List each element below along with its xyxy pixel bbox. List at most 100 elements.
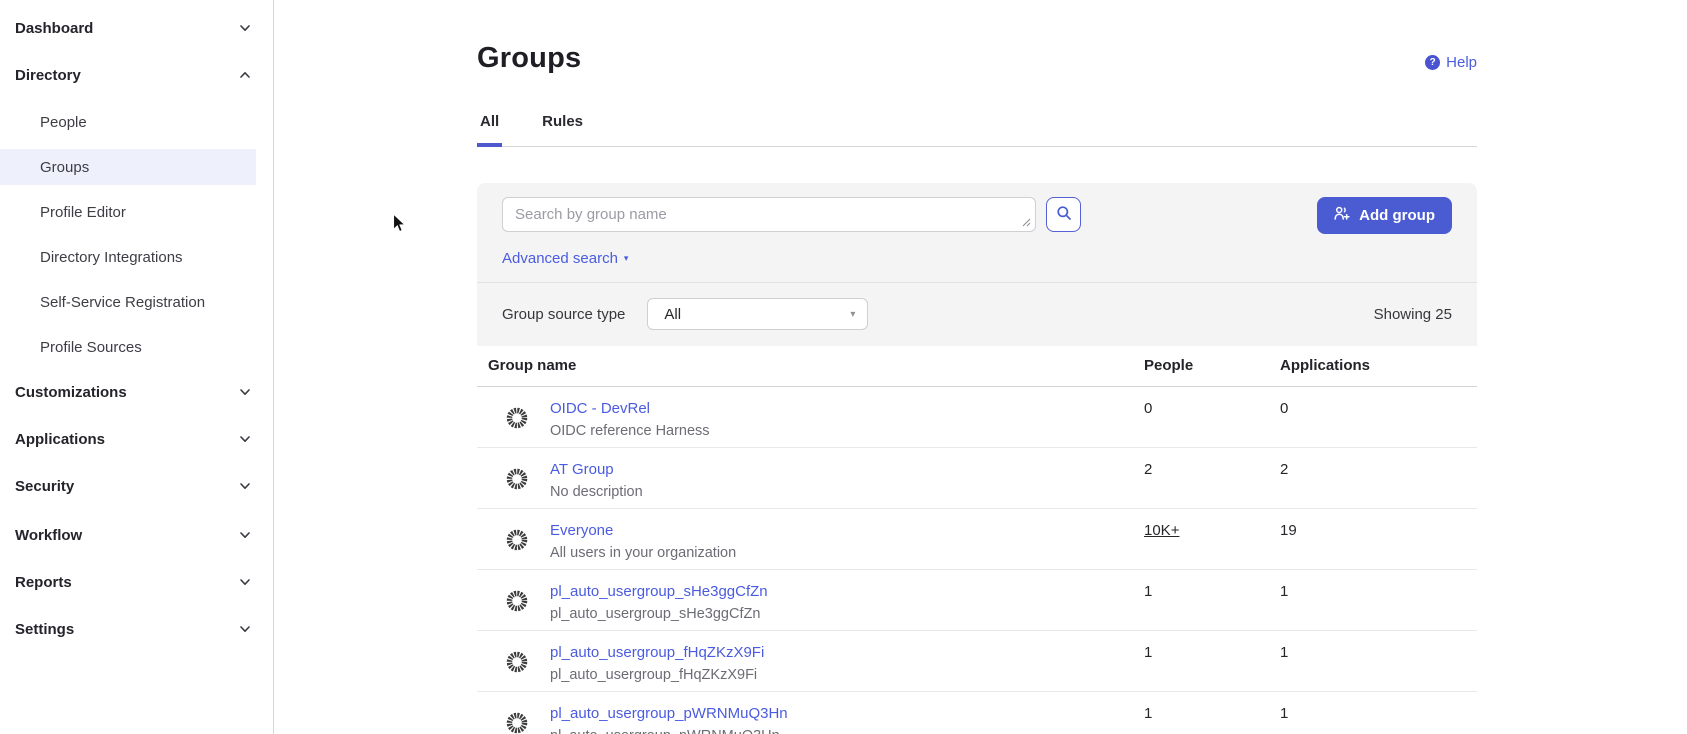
help-label: Help (1446, 54, 1477, 71)
column-people: People (1144, 357, 1280, 374)
applications-count: 2 (1280, 461, 1288, 478)
sidebar-item-label: Security (15, 478, 74, 495)
advanced-search-link[interactable]: Advanced search ▾ (477, 237, 653, 282)
caret-down-icon: ▾ (850, 309, 855, 320)
sidebar-item-label: Customizations (15, 384, 127, 401)
group-name-link[interactable]: pl_auto_usergroup_fHqZKzX9Fi (550, 644, 764, 661)
main-content: Groups ? Help All Rules (274, 0, 1687, 734)
sidebar-item-customizations[interactable]: Customizations (0, 374, 273, 410)
group-source-type-select[interactable]: All ▾ (647, 298, 868, 330)
table-header: Group name People Applications (477, 346, 1477, 387)
column-group-name: Group name (488, 357, 1144, 374)
chevron-down-icon (239, 433, 251, 445)
chevron-down-icon (239, 529, 251, 541)
people-count: 1 (1144, 644, 1152, 661)
sidebar: Dashboard Directory People Groups Profil… (0, 0, 274, 734)
sidebar-item-label: Profile Sources (40, 339, 142, 356)
table-row: pl_auto_usergroup_sHe3ggCfZn pl_auto_use… (477, 570, 1477, 631)
people-count: 1 (1144, 705, 1152, 722)
sidebar-item-label: Profile Editor (40, 204, 126, 221)
sidebar-item-label: Dashboard (15, 20, 93, 37)
sidebar-item-label: Directory (15, 67, 81, 84)
chevron-down-icon (239, 386, 251, 398)
applications-count: 1 (1280, 583, 1288, 600)
applications-count: 1 (1280, 705, 1288, 722)
group-description: pl_auto_usergroup_fHqZKzX9Fi (550, 667, 757, 683)
table-row: OIDC - DevRel OIDC reference Harness 0 0 (477, 387, 1477, 448)
add-group-label: Add group (1359, 207, 1435, 224)
people-count: 0 (1144, 400, 1152, 417)
group-icon (505, 467, 529, 496)
sidebar-item-profile-sources[interactable]: Profile Sources (0, 329, 273, 365)
chevron-down-icon (239, 22, 251, 34)
sidebar-item-groups[interactable]: Groups (0, 149, 256, 185)
chevron-up-icon (239, 69, 251, 81)
group-name-link[interactable]: pl_auto_usergroup_pWRNMuQ3Hn (550, 705, 788, 722)
applications-count: 1 (1280, 644, 1288, 661)
group-icon (505, 406, 529, 435)
sidebar-item-label: Reports (15, 574, 72, 591)
showing-count: Showing 25 (1374, 306, 1452, 323)
search-icon (1056, 205, 1072, 224)
page-title: Groups (477, 42, 581, 75)
group-icon (505, 711, 529, 734)
sidebar-item-security[interactable]: Security (0, 468, 273, 504)
sidebar-item-settings[interactable]: Settings (0, 611, 273, 647)
group-description: OIDC reference Harness (550, 423, 710, 439)
directory-submenu: People Groups Profile Editor Directory I… (0, 104, 273, 365)
sidebar-item-dashboard[interactable]: Dashboard (0, 10, 273, 46)
sidebar-item-label: Directory Integrations (40, 249, 183, 266)
chevron-down-icon (239, 480, 251, 492)
tab-bar: All Rules (477, 107, 1477, 147)
sidebar-item-self-service-registration[interactable]: Self-Service Registration (0, 284, 273, 320)
group-name-link[interactable]: AT Group (550, 461, 614, 478)
caret-down-icon: ▾ (624, 253, 629, 264)
group-icon (505, 589, 529, 618)
group-description: No description (550, 484, 643, 500)
select-value: All (664, 306, 681, 323)
help-link[interactable]: ? Help (1425, 54, 1477, 71)
chevron-down-icon (239, 576, 251, 588)
sidebar-item-workflow[interactable]: Workflow (0, 517, 273, 553)
add-group-button[interactable]: Add group (1317, 197, 1452, 234)
table-row: Everyone All users in your organization … (477, 509, 1477, 570)
advanced-search-label: Advanced search (502, 250, 618, 267)
filter-panel: Add group Advanced search ▾ Group source… (477, 183, 1477, 346)
people-count-link[interactable]: 10K+ (1144, 522, 1179, 539)
applications-count: 19 (1280, 522, 1297, 539)
group-description: pl_auto_usergroup_sHe3ggCfZn (550, 606, 760, 622)
question-circle-icon: ? (1425, 55, 1440, 70)
group-name-link[interactable]: pl_auto_usergroup_sHe3ggCfZn (550, 583, 768, 600)
tab-rules[interactable]: Rules (539, 107, 586, 147)
group-icon (505, 528, 529, 557)
sidebar-item-label: Applications (15, 431, 105, 448)
table-row: pl_auto_usergroup_pWRNMuQ3Hn pl_auto_use… (477, 692, 1477, 734)
sidebar-item-label: People (40, 114, 87, 131)
chevron-down-icon (239, 623, 251, 635)
group-description: All users in your organization (550, 545, 736, 561)
people-count: 2 (1144, 461, 1152, 478)
sidebar-item-applications[interactable]: Applications (0, 421, 273, 457)
applications-count: 0 (1280, 400, 1288, 417)
tab-all[interactable]: All (477, 107, 502, 147)
group-description: pl_auto_usergroup_pWRNMuQ3Hn (550, 728, 780, 734)
group-name-link[interactable]: OIDC - DevRel (550, 400, 650, 417)
person-plus-icon (1334, 206, 1351, 225)
sidebar-item-people[interactable]: People (0, 104, 273, 140)
table-row: AT Group No description 2 2 (477, 448, 1477, 509)
group-name-link[interactable]: Everyone (550, 522, 613, 539)
sidebar-item-profile-editor[interactable]: Profile Editor (0, 194, 273, 230)
sidebar-item-label: Settings (15, 621, 74, 638)
app-window: Dashboard Directory People Groups Profil… (0, 0, 1687, 734)
search-button[interactable] (1046, 197, 1081, 232)
sidebar-item-reports[interactable]: Reports (0, 564, 273, 600)
sidebar-item-label: Workflow (15, 527, 82, 544)
group-source-type-label: Group source type (502, 306, 625, 323)
sidebar-item-directory[interactable]: Directory (0, 57, 273, 93)
table-row: pl_auto_usergroup_fHqZKzX9Fi pl_auto_use… (477, 631, 1477, 692)
group-icon (505, 650, 529, 679)
sidebar-item-directory-integrations[interactable]: Directory Integrations (0, 239, 273, 275)
sidebar-item-label: Groups (40, 159, 89, 176)
search-input[interactable] (502, 197, 1036, 232)
people-count: 1 (1144, 583, 1152, 600)
